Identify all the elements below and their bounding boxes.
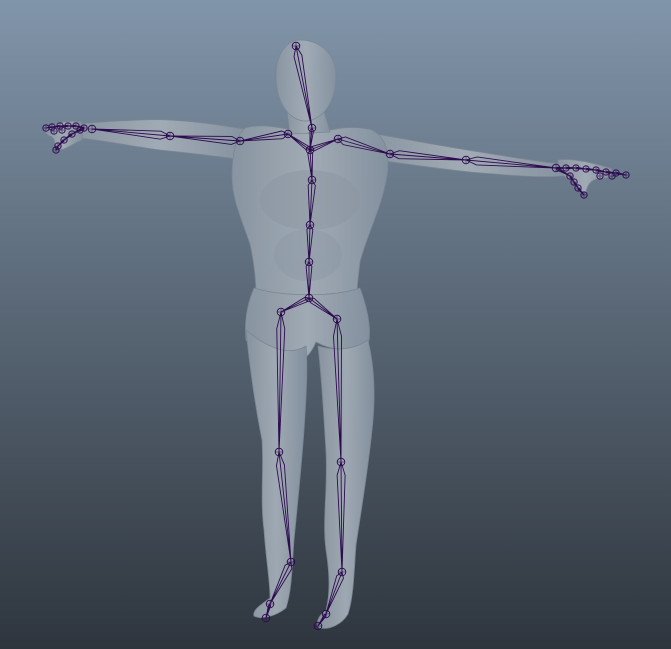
viewport-canvas[interactable] [0,0,671,649]
bone-left-finger-0-1[interactable] [67,124,77,128]
bone-left-finger-0-2[interactable] [59,124,69,128]
bone-right-finger-0-1[interactable] [565,166,577,170]
mesh-abs-shadow [274,229,342,281]
mesh-head [275,39,337,122]
3d-viewport[interactable] [0,0,671,649]
